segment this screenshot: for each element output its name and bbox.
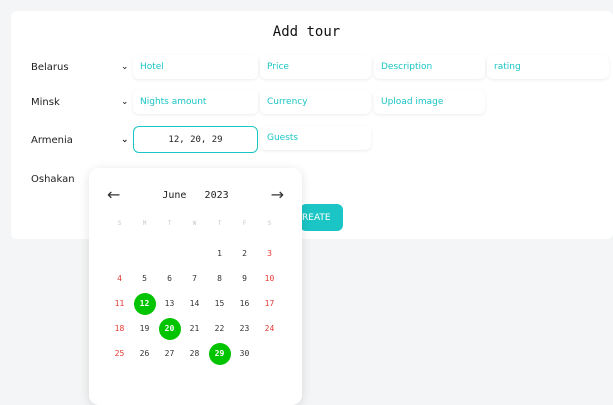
calendar-day[interactable]: 7 <box>184 268 206 290</box>
weekday-label: S <box>117 220 122 227</box>
calendar-day[interactable]: 28 <box>184 343 206 365</box>
city-select-oshakan[interactable]: Oshakan <box>31 174 75 185</box>
country-select-belarus[interactable]: Belarus <box>31 62 69 73</box>
nights-amount-input[interactable]: Nights amount <box>133 90 258 114</box>
date-input[interactable]: 12, 20, 29 <box>133 126 258 153</box>
price-input[interactable]: Price <box>260 55 371 79</box>
calendar-day[interactable]: 22 <box>209 318 231 340</box>
calendar-day[interactable]: 3 <box>259 243 281 265</box>
calendar-day[interactable]: 14 <box>184 293 206 315</box>
description-input[interactable]: Description <box>374 55 485 79</box>
calendar-day-selected[interactable]: 29 <box>208 342 231 365</box>
rating-input[interactable]: rating <box>487 55 609 79</box>
calendar-day[interactable]: 9 <box>234 268 256 290</box>
calendar-day-selected[interactable]: 12 <box>133 292 156 315</box>
calendar-days-grid: 1 2 3 4 5 6 7 8 9 10 11 12 13 14 15 16 1… <box>107 241 282 366</box>
calendar-day[interactable]: 8 <box>209 268 231 290</box>
calendar-empty <box>259 343 281 365</box>
calendar-day[interactable]: 5 <box>134 268 156 290</box>
calendar-day[interactable]: 30 <box>234 343 256 365</box>
chevron-down-icon[interactable]: ⌄ <box>121 135 129 145</box>
weekday-label: T <box>217 220 222 227</box>
calendar-day[interactable]: 21 <box>184 318 206 340</box>
calendar-day[interactable]: 27 <box>159 343 181 365</box>
create-button[interactable]: REATE <box>300 204 343 231</box>
calendar-empty <box>159 243 181 265</box>
calendar-day[interactable]: 1 <box>209 243 231 265</box>
calendar-day[interactable]: 16 <box>234 293 256 315</box>
calendar-weekdays: S M T W T F S <box>107 220 282 227</box>
calendar-month-year: June 2023 <box>89 190 302 201</box>
calendar-day[interactable]: 23 <box>234 318 256 340</box>
calendar-day-selected[interactable]: 20 <box>158 317 181 340</box>
country-select-armenia[interactable]: Armenia <box>31 135 73 146</box>
weekday-label: T <box>167 220 172 227</box>
calendar-day[interactable]: 18 <box>109 318 131 340</box>
calendar-empty <box>184 243 206 265</box>
weekday-label: M <box>142 220 147 227</box>
calendar-day[interactable]: 17 <box>259 293 281 315</box>
calendar-day[interactable]: 25 <box>109 343 131 365</box>
currency-input[interactable]: Currency <box>260 90 371 114</box>
page-title: Add tour <box>272 24 341 40</box>
calendar-day[interactable]: 19 <box>134 318 156 340</box>
calendar-day[interactable]: 2 <box>234 243 256 265</box>
hotel-input[interactable]: Hotel <box>133 55 258 79</box>
calendar-day[interactable]: 26 <box>134 343 156 365</box>
upload-image-button[interactable]: Upload image <box>374 90 485 114</box>
weekday-label: F <box>242 220 247 227</box>
calendar-day[interactable]: 11 <box>109 293 131 315</box>
calendar-day[interactable]: 4 <box>109 268 131 290</box>
calendar-year: 2023 <box>204 190 229 201</box>
calendar-empty <box>109 243 131 265</box>
guests-input[interactable]: Guests <box>260 126 371 150</box>
calendar-day[interactable]: 6 <box>159 268 181 290</box>
calendar-month: June <box>162 190 187 201</box>
city-select-minsk[interactable]: Minsk <box>31 97 60 108</box>
calendar-empty <box>134 243 156 265</box>
chevron-down-icon[interactable]: ⌄ <box>121 62 129 72</box>
weekday-label: S <box>267 220 272 227</box>
calendar-day[interactable]: 13 <box>159 293 181 315</box>
date-picker-calendar: ← → June 2023 S M T W T F S 1 2 3 4 5 6 … <box>89 168 302 405</box>
calendar-day[interactable]: 15 <box>209 293 231 315</box>
calendar-day[interactable]: 10 <box>259 268 281 290</box>
calendar-day[interactable]: 24 <box>259 318 281 340</box>
chevron-down-icon[interactable]: ⌄ <box>121 97 129 107</box>
weekday-label: W <box>192 220 197 227</box>
